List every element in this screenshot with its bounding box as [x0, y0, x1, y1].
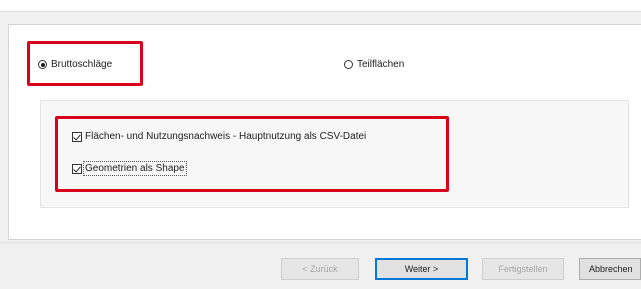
back-button[interactable]: < Zurück [281, 258, 359, 280]
checkbox-row-csv-export[interactable]: Flächen- und Nutzungsnachweis - Hauptnut… [72, 131, 366, 142]
radio-bruttoschlaege-label: Bruttoschläge [51, 59, 113, 70]
checkbox-shape-export[interactable] [72, 163, 82, 174]
next-button[interactable]: Weiter > [375, 258, 468, 280]
radio-teilflaechen-indicator[interactable] [344, 60, 353, 69]
cancel-button[interactable]: Abbrechen [579, 258, 641, 280]
button-bar-separator [0, 242, 641, 243]
finish-button[interactable]: Fertigstellen [482, 258, 564, 280]
checkbox-csv-export-label: Flächen- und Nutzungsnachweis - Hauptnut… [85, 131, 367, 142]
checkbox-csv-export[interactable] [72, 131, 82, 142]
title-strip [0, 0, 641, 12]
checkbox-row-shape-export[interactable]: Geometrien als Shape [72, 161, 187, 176]
radio-bruttoschlaege-indicator[interactable] [38, 60, 47, 69]
checkbox-shape-export-label: Geometrien als Shape [83, 161, 187, 176]
radio-teilflaechen[interactable]: Teilflächen [344, 59, 404, 70]
radio-bruttoschlaege[interactable]: Bruttoschläge [38, 59, 112, 70]
highlight-box-checkboxes [55, 116, 449, 192]
radio-teilflaechen-label: Teilflächen [357, 59, 405, 70]
